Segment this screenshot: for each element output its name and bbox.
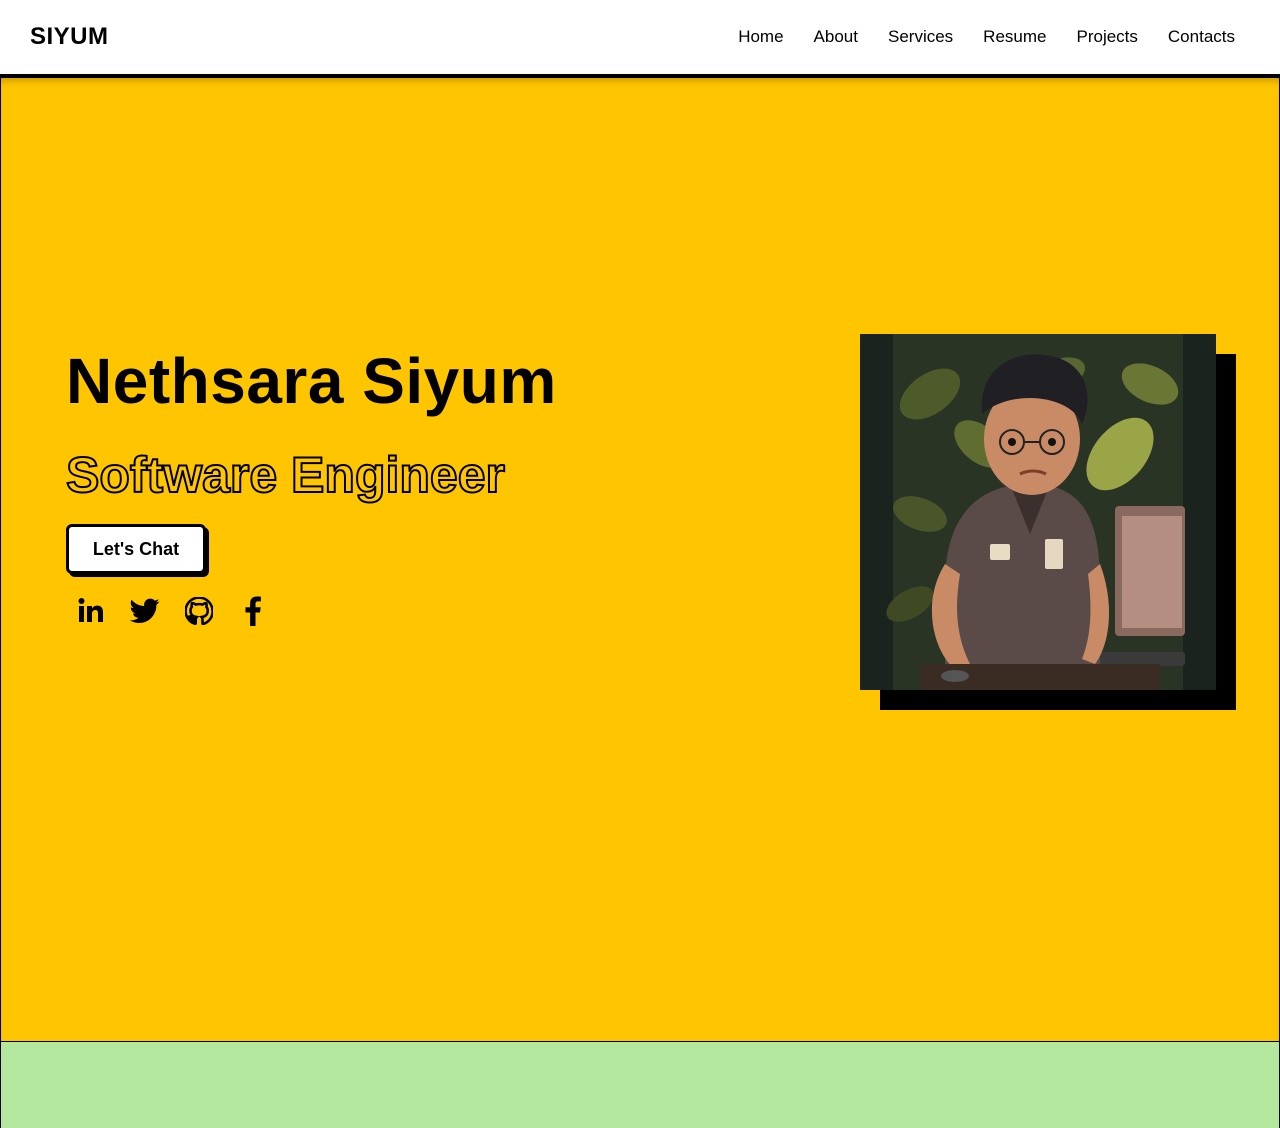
nav-link-projects[interactable]: Projects [1076,27,1137,47]
github-icon[interactable] [184,596,214,626]
nav-link-services[interactable]: Services [888,27,953,47]
brand-logo[interactable]: SIYUM [30,23,109,51]
nav-link-resume[interactable]: Resume [983,27,1046,47]
lets-chat-button[interactable]: Let's Chat [66,524,206,574]
social-links [76,596,268,626]
linkedin-icon[interactable] [76,596,106,626]
navbar: SIYUM Home About Services Resume Project… [0,0,1280,74]
profile-photo [860,334,1216,690]
nav-link-about[interactable]: About [814,27,858,47]
hero-name: Nethsara Siyum [66,345,557,417]
facebook-icon[interactable] [238,596,268,626]
hero-section: Nethsara Siyum Software Engineer Let's C… [0,74,1280,1042]
nav-link-contacts[interactable]: Contacts [1168,27,1235,47]
twitter-icon[interactable] [130,596,160,626]
nav-links: Home About Services Resume Projects Cont… [738,27,1235,47]
hero-role: Software Engineer [65,446,506,504]
nav-link-home[interactable]: Home [738,27,783,47]
next-section [0,1041,1280,1128]
